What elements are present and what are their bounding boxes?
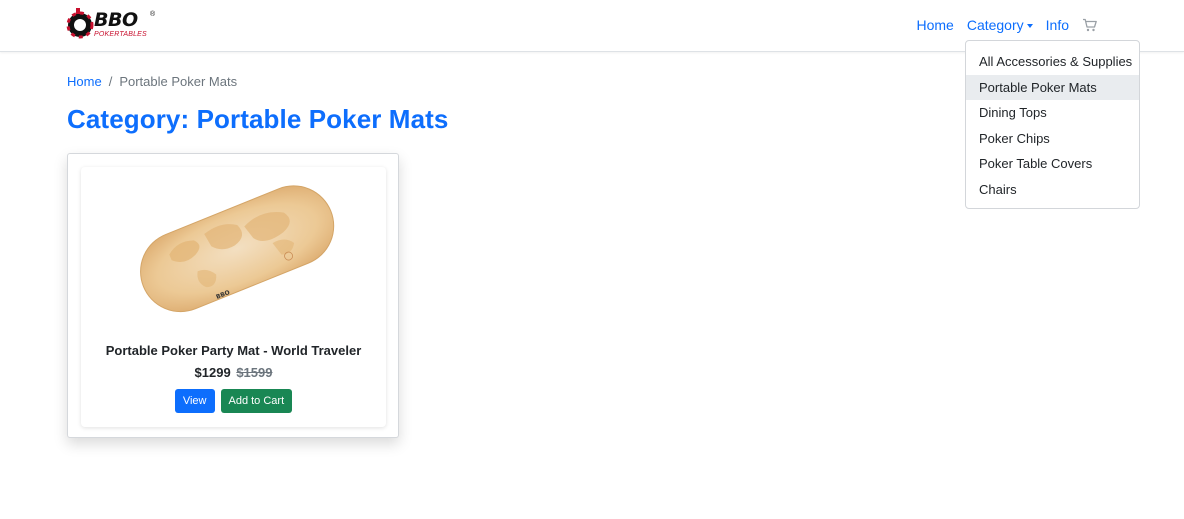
dropdown-item-poker-chips[interactable]: Poker Chips xyxy=(966,126,1139,152)
breadcrumb-current: Portable Poker Mats xyxy=(119,74,238,89)
product-card: BBO Portable Poker Party Mat - World Tra… xyxy=(67,153,399,438)
poker-chip-logo-icon xyxy=(66,8,94,39)
view-button[interactable]: View xyxy=(174,389,215,413)
caret-down-icon xyxy=(1026,24,1033,29)
product-actions: View Add to Cart xyxy=(81,389,386,413)
breadcrumb-separator: / xyxy=(108,74,113,89)
breadcrumb: Home / Portable Poker Mats xyxy=(67,74,237,89)
main-nav: Home Category Info xyxy=(916,17,1098,33)
original-price: $1599 xyxy=(236,365,273,380)
dropdown-item-poker-table-covers[interactable]: Poker Table Covers xyxy=(966,151,1139,177)
nav-home-link[interactable]: Home xyxy=(916,17,953,33)
brand-name: BBO xyxy=(94,9,138,31)
brand-tagline: POKERTABLES xyxy=(94,31,147,38)
product-image[interactable]: BBO xyxy=(131,179,341,314)
dropdown-item-all-accessories[interactable]: All Accessories & Supplies xyxy=(966,49,1139,75)
product-name: Portable Poker Party Mat - World Travele… xyxy=(105,343,362,358)
add-to-cart-button[interactable]: Add to Cart xyxy=(220,389,293,413)
brand-logo[interactable]: BBO ® POKERTABLES xyxy=(66,8,158,42)
shopping-cart-icon[interactable] xyxy=(1082,18,1098,32)
product-price: $1299 $1599 xyxy=(81,365,386,380)
breadcrumb-home-link[interactable]: Home xyxy=(67,74,102,89)
category-dropdown-menu: All Accessories & Supplies Portable Poke… xyxy=(965,40,1140,209)
product-card-body: BBO Portable Poker Party Mat - World Tra… xyxy=(81,167,386,427)
registered-mark: ® xyxy=(150,11,156,18)
dropdown-item-dining-tops[interactable]: Dining Tops xyxy=(966,100,1139,126)
current-price: $1299 xyxy=(194,365,231,380)
dropdown-item-portable-poker-mats[interactable]: Portable Poker Mats xyxy=(966,74,1139,101)
nav-category-toggle[interactable]: Category xyxy=(967,17,1033,33)
page-title: Category: Portable Poker Mats xyxy=(67,104,449,134)
nav-category-label: Category xyxy=(966,17,1024,33)
nav-info-link[interactable]: Info xyxy=(1046,17,1069,33)
dropdown-item-chairs[interactable]: Chairs xyxy=(966,177,1139,203)
